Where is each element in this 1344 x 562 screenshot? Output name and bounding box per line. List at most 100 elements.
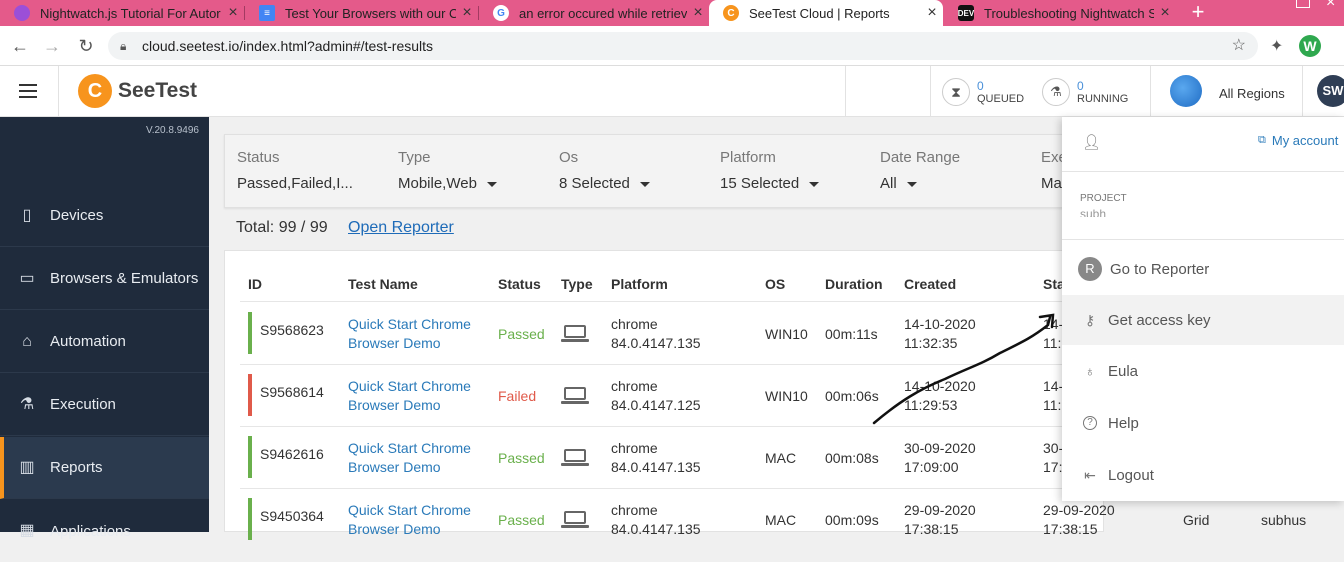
- sidebar-item-execution[interactable]: ⚗ Execution: [0, 374, 209, 436]
- table-cell-grid: Grid: [1183, 512, 1210, 528]
- column-header-type[interactable]: Type: [561, 276, 593, 292]
- column-header-id[interactable]: ID: [248, 276, 262, 292]
- table-cell-os: MAC: [765, 512, 797, 528]
- close-window-icon[interactable]: ×: [1326, 0, 1335, 12]
- filter-status[interactable]: Status Passed,Failed,I...: [237, 149, 353, 192]
- hamburger-menu-icon[interactable]: [19, 84, 37, 98]
- browser-tab-google[interactable]: G an error occured while retrieving ×: [479, 0, 709, 26]
- sidebar-item-devices[interactable]: ▯ Devices: [0, 185, 209, 247]
- dropdown-divider: [1062, 171, 1344, 172]
- sidebar-item-label: Execution: [50, 396, 116, 413]
- restore-window-icon[interactable]: [1296, 0, 1310, 8]
- platform-name: chrome: [611, 378, 658, 394]
- caret-down-icon: [906, 181, 917, 187]
- filter-bar: Status Passed,Failed,I... Type Mobile,We…: [224, 134, 1074, 208]
- row-divider: [240, 301, 1104, 302]
- test-name-link[interactable]: Quick Start Chrome Browser Demo: [348, 315, 471, 353]
- browser-tab-nightwatch[interactable]: Nightwatch.js Tutorial For Autor ×: [0, 0, 244, 26]
- menu-item-label: Get access key: [1108, 311, 1211, 329]
- project-label: PROJECT: [1080, 193, 1127, 204]
- forward-arrow-icon[interactable]: →: [40, 34, 64, 58]
- open-reporter-link[interactable]: Open Reporter: [348, 219, 454, 237]
- column-header-platform[interactable]: Platform: [611, 276, 668, 292]
- header-divider: [930, 66, 931, 117]
- menu-item-label: Help: [1108, 414, 1139, 432]
- sidebar-item-automation[interactable]: ⌂ Automation: [0, 311, 209, 373]
- app-header: C SeeTest ⧗ 0 QUEUED ⚗ 0 RUNNING All Reg…: [0, 66, 1344, 117]
- flask-icon: ⚗: [19, 395, 35, 413]
- close-icon[interactable]: ×: [921, 4, 943, 22]
- header-divider: [1302, 66, 1303, 117]
- filter-os[interactable]: Os 8 Selected: [559, 149, 650, 192]
- menu-item-go-to-reporter[interactable]: R Go to Reporter: [1062, 249, 1344, 289]
- region-selector[interactable]: All Regions: [1219, 86, 1285, 101]
- table-cell-os: WIN10: [765, 388, 808, 404]
- sidebar-item-reports[interactable]: ▥ Reports: [0, 437, 209, 499]
- header-divider: [845, 66, 846, 117]
- close-icon[interactable]: ×: [1154, 4, 1176, 22]
- device-icon: ▯: [22, 206, 32, 224]
- browser-tab-troubleshooting[interactable]: DEV Troubleshooting Nightwatch Se ×: [944, 0, 1176, 26]
- menu-item-label: Logout: [1108, 466, 1154, 484]
- my-account-label: My account: [1271, 133, 1339, 148]
- filter-platform[interactable]: Platform 15 Selected: [720, 149, 820, 192]
- browser-tab-seetest[interactable]: C SeeTest Cloud | Reports ×: [709, 0, 943, 26]
- filter-value: Passed,Failed,I...: [237, 175, 353, 192]
- menu-item-eula[interactable]: ♁ Eula: [1062, 351, 1344, 391]
- my-account-link[interactable]: ⧉ My account: [1258, 133, 1338, 148]
- test-name-link[interactable]: Quick Start Chrome Browser Demo: [348, 377, 471, 415]
- bookmark-star-icon[interactable]: ☆: [1232, 32, 1246, 60]
- column-header-created[interactable]: Created: [904, 276, 956, 292]
- help-icon: ?: [1083, 416, 1097, 430]
- queued-count: 0: [977, 79, 984, 93]
- menu-item-logout[interactable]: ⇤ Logout: [1062, 455, 1344, 495]
- url-text: cloud.seetest.io/index.html?admin#/test-…: [142, 38, 434, 54]
- row-divider: [240, 488, 1104, 489]
- browser-menu-icon[interactable]: ⋮: [1336, 34, 1344, 55]
- docs-icon: ≡: [259, 5, 275, 21]
- extensions-icon[interactable]: ✦: [1270, 36, 1283, 56]
- total-count: Total: 99 / 99: [236, 219, 328, 236]
- caret-down-icon: [809, 181, 820, 187]
- new-tab-button[interactable]: +: [1186, 0, 1210, 26]
- back-arrow-icon[interactable]: ←: [8, 34, 32, 58]
- test-name-link[interactable]: Quick Start Chrome Browser Demo: [348, 501, 471, 539]
- filter-type[interactable]: Type Mobile,Web: [398, 149, 497, 192]
- user-icon: 👤︎: [1082, 134, 1102, 151]
- browser-tab-overview[interactable]: ≡ Test Your Browsers with our Ove ×: [245, 0, 478, 26]
- close-icon[interactable]: ×: [687, 4, 709, 22]
- sidebar-item-applications[interactable]: ▦ Applications: [0, 500, 209, 562]
- laptop-icon: [561, 387, 589, 404]
- table-cell-started: 29-09-2020 17:38:15: [1043, 501, 1115, 539]
- test-name-line: Browser Demo: [348, 335, 441, 351]
- column-header-os[interactable]: OS: [765, 276, 785, 292]
- caret-down-icon: [639, 181, 650, 187]
- close-icon[interactable]: ×: [222, 4, 244, 22]
- seetest-logo[interactable]: C SeeTest: [78, 74, 197, 108]
- key-icon: ⚷: [1084, 312, 1096, 328]
- menu-item-help[interactable]: ? Help: [1062, 403, 1344, 443]
- queued-label: QUEUED: [977, 93, 1025, 105]
- created-date: 29-09-2020: [904, 502, 976, 518]
- laptop-icon: [561, 511, 589, 528]
- url-field[interactable]: 🔒︎ cloud.seetest.io/index.html?admin#/te…: [108, 32, 1258, 60]
- column-header-duration[interactable]: Duration: [825, 276, 883, 292]
- filter-date-range[interactable]: Date Range All: [880, 149, 960, 192]
- table-cell-id: S9568623: [260, 322, 324, 338]
- test-name-line: Quick Start Chrome: [348, 378, 471, 394]
- column-header-test-name[interactable]: Test Name: [348, 276, 418, 292]
- menu-item-get-access-key[interactable]: ⚷ Get access key: [1062, 295, 1344, 345]
- user-avatar[interactable]: SW: [1317, 75, 1344, 107]
- bulb-icon: ♁: [1084, 363, 1096, 379]
- started-time: 17:: [1043, 459, 1063, 475]
- google-icon: G: [493, 5, 509, 21]
- close-icon[interactable]: ×: [456, 4, 478, 22]
- browser-tab-bar: Nightwatch.js Tutorial For Autor × ≡ Tes…: [0, 0, 1344, 26]
- created-time: 17:09:00: [904, 459, 959, 475]
- table-cell-started: 30- 17:: [1043, 439, 1063, 477]
- reload-icon[interactable]: ↻: [74, 34, 98, 58]
- profile-w-icon[interactable]: W: [1299, 35, 1321, 57]
- sidebar-item-browsers[interactable]: ▭ Browsers & Emulators: [0, 248, 209, 310]
- test-name-link[interactable]: Quick Start Chrome Browser Demo: [348, 439, 471, 477]
- column-header-status[interactable]: Status: [498, 276, 541, 292]
